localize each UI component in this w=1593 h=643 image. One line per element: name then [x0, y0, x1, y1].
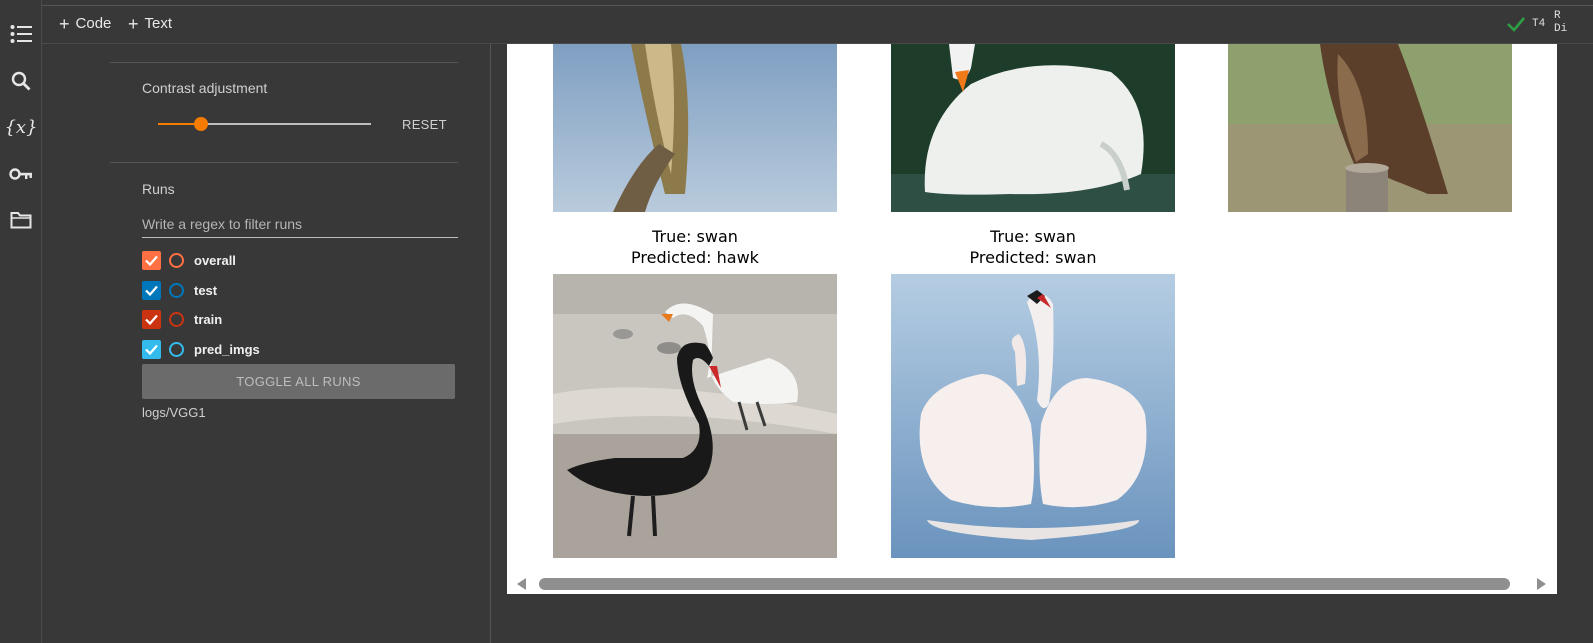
toc-icon[interactable] [8, 21, 34, 47]
prediction-caption-2: True: swan Predicted: swan [969, 227, 1097, 267]
folder-icon[interactable] [8, 207, 34, 233]
run-checkbox-test[interactable] [142, 280, 161, 300]
divider [110, 62, 458, 63]
contrast-slider[interactable] [158, 117, 371, 131]
left-rail: {x} [0, 0, 42, 643]
contrast-title: Contrast adjustment [142, 80, 268, 96]
runtime-connected-check-icon[interactable] [1505, 13, 1527, 35]
run-color-swatch[interactable] [169, 252, 184, 268]
run-row-test[interactable]: test [142, 279, 217, 301]
run-checkbox-pred_imgs[interactable] [142, 339, 161, 359]
reset-button[interactable]: RESET [402, 117, 447, 132]
colab-window: {x} + Code + Text T4 R Di Contrast adjus… [0, 0, 1593, 643]
hawk-on-branch-image [553, 44, 837, 212]
divider [110, 162, 458, 163]
run-row-overall[interactable]: overall [142, 249, 236, 271]
plus-icon: + [128, 13, 139, 34]
run-row-train[interactable]: train [142, 308, 222, 330]
runs-title: Runs [142, 181, 175, 197]
runtime-resources-label[interactable]: R Di [1554, 10, 1567, 36]
checkmark-icon [145, 344, 158, 355]
run-color-swatch[interactable] [169, 341, 184, 357]
run-filter-input[interactable] [142, 211, 458, 238]
checkmark-icon [145, 285, 158, 296]
hawk-on-post-image [1228, 44, 1512, 212]
run-color-swatch[interactable] [169, 282, 184, 298]
checkmark-icon [145, 255, 158, 266]
toggle-all-runs-button[interactable]: TOGGLE ALL RUNS [142, 364, 455, 399]
scroll-left-arrow-icon[interactable] [517, 578, 526, 590]
plus-icon: + [59, 13, 70, 34]
log-directory-label: logs/VGG1 [142, 405, 206, 420]
swan-swimming-image [891, 44, 1175, 212]
run-color-swatch[interactable] [169, 311, 184, 327]
search-icon[interactable] [8, 68, 34, 94]
contrast-slider-thumb[interactable] [193, 117, 208, 131]
run-row-pred_imgs[interactable]: pred_imgs [142, 338, 260, 360]
key-icon[interactable] [8, 161, 34, 187]
prediction-caption-1: True: swan Predicted: hawk [631, 227, 759, 267]
top-toolbar: + Code + Text T4 R Di [42, 5, 1593, 44]
run-checkbox-train[interactable] [142, 309, 161, 329]
white-swan-wings-image [891, 274, 1175, 558]
scrollbar-thumb[interactable] [539, 578, 1510, 590]
scroll-right-arrow-icon[interactable] [1537, 578, 1546, 590]
runtime-type-label[interactable]: T4 [1532, 18, 1545, 30]
add-code-button[interactable]: + Code [59, 13, 111, 34]
run-label: pred_imgs [194, 341, 260, 357]
run-label: test [194, 282, 218, 298]
run-label: train [194, 311, 223, 327]
tensorboard-settings-panel: Contrast adjustment RESET Runs overall te… [110, 44, 490, 643]
variables-icon[interactable]: {x} [4, 114, 37, 140]
checkmark-icon [145, 314, 158, 325]
run-checkbox-overall[interactable] [142, 250, 161, 270]
black-and-white-swans-image [553, 274, 837, 558]
panel-border [490, 44, 491, 643]
run-label: overall [194, 252, 236, 268]
output-area: True: swan Predicted: hawk True: swan Pr… [507, 44, 1557, 594]
add-text-button[interactable]: + Text [128, 13, 172, 34]
